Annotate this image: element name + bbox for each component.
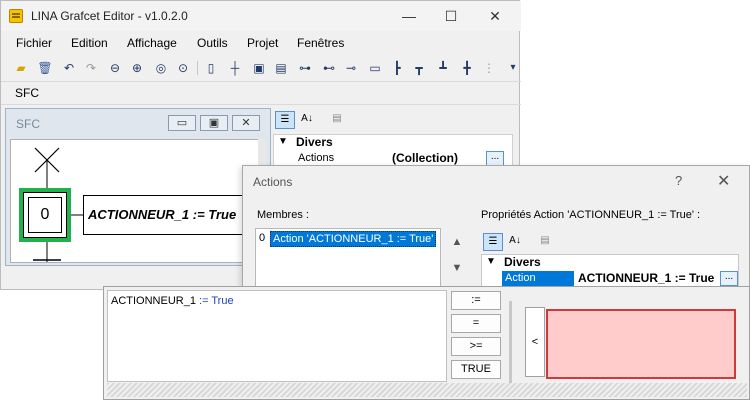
- menu-bar: Fichier Edition Affichage Outils Projet …: [1, 33, 521, 53]
- zoom-fit-icon[interactable]: ◎: [153, 60, 169, 76]
- list-item[interactable]: Action 'ACTIONNEUR_1 := True': [270, 231, 437, 247]
- menu-edition[interactable]: Edition: [71, 36, 108, 50]
- members-list[interactable]: 0 Action 'ACTIONNEUR_1 := True': [255, 228, 441, 290]
- macro-step-icon[interactable]: ▤: [273, 60, 289, 76]
- code-editor[interactable]: ACTIONNEUR_1 := True: [107, 290, 447, 382]
- code-line: ACTIONNEUR_1 := True: [111, 295, 234, 307]
- transition-icon[interactable]: ┼: [227, 60, 243, 76]
- dialog-close-button[interactable]: ✕: [717, 171, 730, 191]
- step-number: 0: [28, 197, 62, 233]
- collapse-panel-button[interactable]: <: [525, 307, 545, 377]
- property-category: Divers: [504, 255, 541, 269]
- maximize-button[interactable]: ☐: [441, 7, 461, 25]
- dialog-title: Actions: [253, 175, 293, 189]
- property-pages-icon[interactable]: ▤: [327, 111, 347, 129]
- equals-operator-button[interactable]: =: [451, 314, 501, 333]
- more-tools-icon[interactable]: ⋮: [481, 60, 497, 76]
- menu-outils[interactable]: Outils: [197, 36, 228, 50]
- alphabetical-sort-icon[interactable]: A↓: [505, 233, 525, 251]
- code-operator: :=: [195, 295, 212, 307]
- menu-fenetres[interactable]: Fenêtres: [297, 36, 344, 50]
- menu-affichage[interactable]: Affichage: [127, 36, 177, 50]
- action-block[interactable]: ACTIONNEUR_1 := True: [83, 195, 245, 235]
- zoom-out-icon[interactable]: ⊖: [107, 60, 123, 76]
- resize-grip-bar[interactable]: [107, 383, 747, 397]
- alphabetical-sort-icon[interactable]: A↓: [297, 111, 317, 129]
- members-label: Membres :: [257, 209, 309, 221]
- tab-sfc[interactable]: SFC: [15, 86, 39, 100]
- sfc-close-button[interactable]: ✕: [232, 115, 260, 131]
- actions-ellipsis-button[interactable]: ...: [486, 151, 504, 166]
- initial-step-icon[interactable]: ▣: [251, 60, 267, 76]
- action-editor-pane: ACTIONNEUR_1 := True := = >= TRUE <: [103, 286, 750, 400]
- comment-icon[interactable]: ⊷: [321, 60, 337, 76]
- property-value-action: ACTIONNEUR_1 := True: [578, 271, 715, 285]
- greater-equal-operator-button[interactable]: >=: [451, 337, 501, 356]
- undo-icon[interactable]: ↶: [61, 60, 77, 76]
- help-button[interactable]: ?: [675, 173, 682, 188]
- redo-icon[interactable]: ↷: [83, 60, 99, 76]
- divergence-and-icon[interactable]: ┳: [411, 60, 427, 76]
- toolbar: ▰ 🗑 ↶ ↷ ⊖ ⊕ ◎ ⊙ ▯ ┼ ▣ ▤ ⊶ ⊷ ⊸ ▭ ┣ ┳ ┻ ╋ …: [1, 56, 521, 80]
- convergence-and-icon[interactable]: ┻: [435, 60, 451, 76]
- menu-fichier[interactable]: Fichier: [16, 36, 52, 50]
- property-grid: ▼ Divers Actions (Collection) ...: [273, 134, 513, 168]
- sfc-window: SFC ▭ ▣ ✕ 0 ACTIONNEUR_1 := True: [5, 108, 271, 266]
- document-tab-row: SFC: [1, 81, 521, 105]
- true-constant-button[interactable]: TRUE: [451, 360, 501, 379]
- property-pages-icon[interactable]: ▤: [535, 233, 555, 251]
- link-icon[interactable]: ⊸: [343, 60, 359, 76]
- window-title: LINA Grafcet Editor - v1.0.2.0: [31, 9, 188, 23]
- zoom-reset-icon[interactable]: ⊙: [175, 60, 191, 76]
- initial-step[interactable]: 0: [23, 192, 67, 238]
- app-logo-icon: [9, 9, 23, 23]
- editor-splitter[interactable]: [509, 301, 512, 383]
- toolbar-separator: [197, 61, 198, 75]
- sfc-window-title: SFC: [16, 117, 40, 131]
- action-ellipsis-button[interactable]: ...: [720, 271, 738, 286]
- collapse-category-icon[interactable]: ▼: [278, 136, 288, 147]
- title-bar: LINA Grafcet Editor - v1.0.2.0 — ☐ ✕: [1, 1, 521, 31]
- close-button[interactable]: ✕: [485, 7, 505, 25]
- sfc-minimize-button[interactable]: ▭: [168, 115, 196, 131]
- toolbar-overflow-button[interactable]: ▾: [505, 60, 521, 76]
- delete-icon[interactable]: 🗑: [37, 60, 53, 76]
- collapse-category-icon[interactable]: ▼: [486, 256, 496, 267]
- open-folder-icon[interactable]: ▰: [13, 60, 29, 76]
- property-label-action[interactable]: Action: [502, 271, 574, 286]
- assign-operator-button[interactable]: :=: [451, 291, 501, 310]
- sfc-restore-button[interactable]: ▣: [200, 115, 228, 131]
- divergence-or-icon[interactable]: ▭: [367, 60, 383, 76]
- sfc-canvas[interactable]: 0 ACTIONNEUR_1 := True: [10, 139, 266, 263]
- property-panel: ☰ A↓ ▤ ▼ Divers Actions (Collection) ...: [273, 108, 519, 168]
- move-down-button[interactable]: ▼: [449, 260, 465, 276]
- property-label-actions: Actions: [298, 152, 335, 164]
- properties-label: Propriétés Action 'ACTIONNEUR_1 := True'…: [481, 209, 701, 221]
- categorized-view-icon[interactable]: ☰: [275, 111, 295, 129]
- member-index: 0: [259, 232, 266, 244]
- property-value-actions: (Collection): [392, 151, 458, 165]
- convergence-or-icon[interactable]: ┣: [389, 60, 405, 76]
- minimize-button[interactable]: —: [399, 7, 419, 25]
- property-category: Divers: [296, 135, 333, 149]
- code-value: True: [211, 295, 234, 307]
- categorized-view-icon[interactable]: ☰: [483, 233, 503, 251]
- error-indicator-box: [546, 309, 736, 379]
- code-variable: ACTIONNEUR_1: [111, 295, 196, 307]
- action-property-grid: ▼ Divers Action ACTIONNEUR_1 := True ...: [481, 254, 739, 288]
- menu-projet[interactable]: Projet: [247, 36, 278, 50]
- jump-icon[interactable]: ╋: [459, 60, 475, 76]
- action-icon[interactable]: ⊶: [297, 60, 313, 76]
- properties-toolbar: ☰ A↓ ▤: [481, 230, 571, 252]
- zoom-in-icon[interactable]: ⊕: [129, 60, 145, 76]
- move-up-button[interactable]: ▲: [449, 234, 465, 250]
- step-icon[interactable]: ▯: [203, 60, 219, 76]
